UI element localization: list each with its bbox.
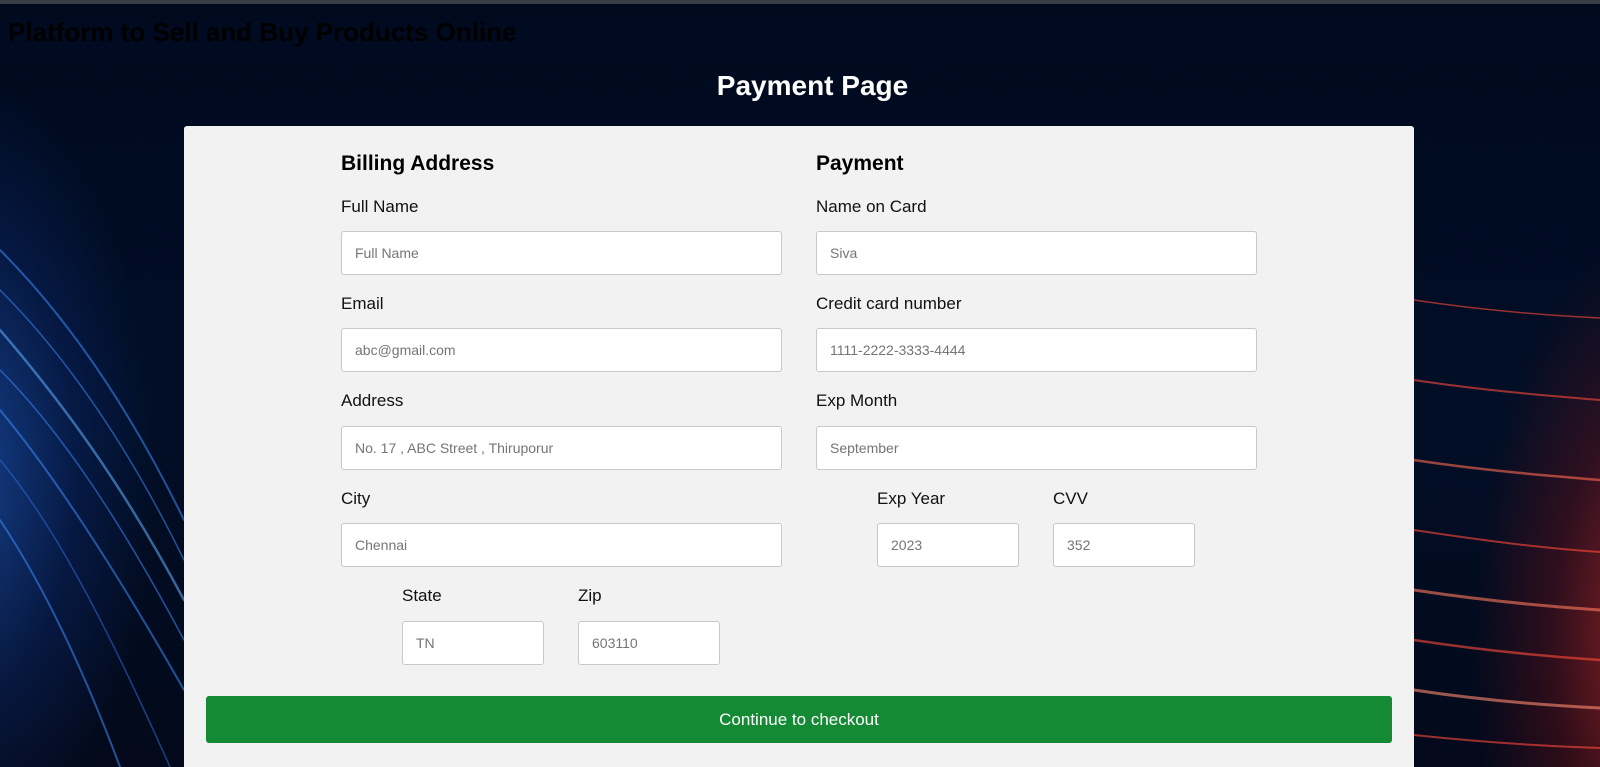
name-on-card-input[interactable] [816, 231, 1257, 275]
exp-month-label: Exp Month [816, 391, 898, 410]
email-label: Email [341, 294, 384, 313]
exp-year-label: Exp Year [877, 489, 946, 508]
zip-input[interactable] [578, 621, 720, 665]
continue-to-checkout-button[interactable]: Continue to checkout [206, 696, 1392, 743]
state-label: State [402, 586, 442, 605]
address-input[interactable] [341, 426, 782, 470]
credit-card-number-label: Credit card number [816, 294, 962, 313]
email-input[interactable] [341, 328, 782, 372]
cvv-label: CVV [1053, 489, 1088, 508]
payment-form: Billing Address Full Name Email Address … [184, 126, 1414, 767]
name-on-card-label: Name on Card [816, 197, 927, 216]
full-name-label: Full Name [341, 197, 419, 216]
address-label: Address [341, 391, 404, 410]
exp-month-input[interactable] [816, 426, 1257, 470]
state-input[interactable] [402, 621, 544, 665]
full-name-input[interactable] [341, 231, 782, 275]
billing-address-heading: Billing Address [341, 152, 495, 175]
payment-heading: Payment [816, 152, 904, 175]
page-title: Payment Page [716, 70, 909, 101]
city-input[interactable] [341, 523, 782, 567]
credit-card-number-input[interactable] [816, 328, 1257, 372]
cvv-input[interactable] [1053, 523, 1195, 567]
city-label: City [341, 489, 371, 508]
site-title: Platform to Sell and Buy Products Online [8, 17, 517, 47]
zip-label: Zip [578, 586, 602, 605]
exp-year-input[interactable] [877, 523, 1019, 567]
